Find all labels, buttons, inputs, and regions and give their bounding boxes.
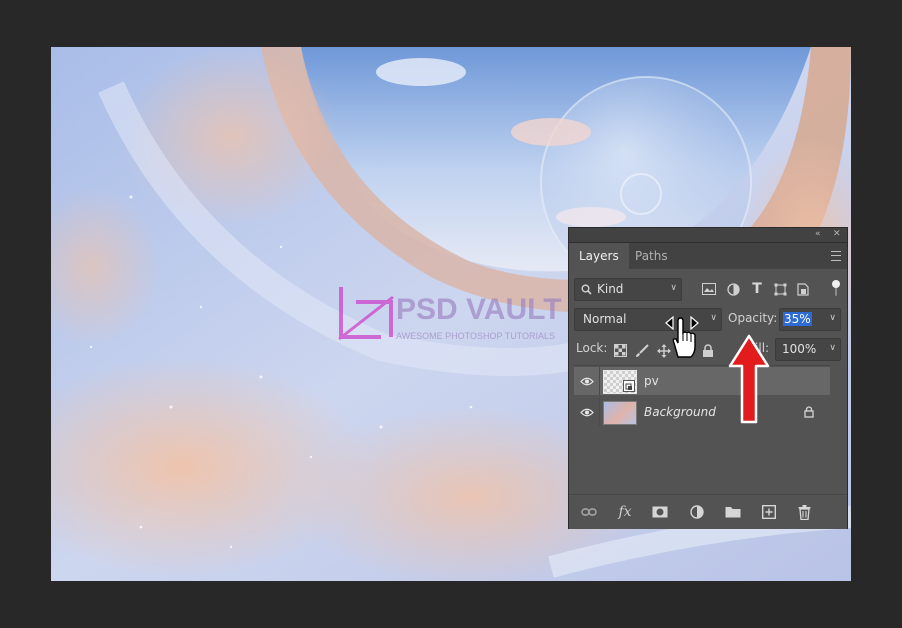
panel-menu-icon[interactable] [831,251,841,261]
scrubby-hand-cursor-icon [664,313,700,359]
lock-all-icon[interactable] [702,344,716,358]
layer-name[interactable]: Background [644,398,716,426]
filter-type-icon[interactable]: T [749,281,765,297]
filter-adjustment-icon[interactable] [725,281,741,297]
layer-lock-icon [804,406,814,421]
layer-row-background[interactable]: Background [574,398,830,426]
filter-kind-dropdown[interactable]: Kind ∨ [574,278,682,301]
filter-kind-label: Kind [597,282,624,296]
tab-layers[interactable]: Layers [569,243,629,269]
layer-thumbnail [603,370,637,394]
chevron-down-icon: ∨ [710,313,717,323]
opacity-field[interactable]: 35% ∨ [779,308,841,331]
new-layer-icon[interactable] [760,503,778,521]
fill-value[interactable]: 100% [782,342,816,356]
filter-pixel-icon[interactable] [701,281,717,297]
lock-image-pixels-icon[interactable] [635,344,649,358]
chevron-down-icon: ∨ [829,343,836,353]
chevron-down-icon: ∨ [829,313,836,323]
delete-layer-icon[interactable] [795,503,813,521]
visibility-eye-icon[interactable] [574,398,600,426]
filter-smart-object-icon[interactable] [795,281,811,297]
filter-toggle-switch[interactable] [832,278,840,298]
lock-transparent-pixels-icon[interactable] [614,344,628,358]
close-icon[interactable]: ✕ [833,229,841,239]
opacity-value[interactable]: 35% [783,312,812,326]
tab-paths[interactable]: Paths [625,243,678,269]
lock-label: Lock: [576,341,608,355]
annotation-arrow-up [728,334,770,424]
fill-field[interactable]: 100% ∨ [775,338,841,361]
collapse-icon[interactable]: « [815,229,821,239]
new-group-folder-icon[interactable] [724,503,742,521]
svg-text:PSD VAULT: PSD VAULT [396,293,562,326]
link-layers-icon[interactable] [580,503,598,521]
layer-thumbnail [603,401,637,425]
add-mask-icon[interactable] [651,503,669,521]
search-icon [581,284,592,295]
panel-tabs: Layers Paths [569,243,847,269]
layers-panel: « ✕ Layers Paths Kind ∨ T Normal ∨ Opaci… [569,228,847,529]
visibility-eye-icon[interactable] [574,367,600,395]
filter-shape-icon[interactable] [772,281,788,297]
opacity-label: Opacity: [728,311,778,325]
layer-name[interactable]: pv [644,367,659,395]
svg-text:AWESOME PHOTOSHOP TUTORIALS: AWESOME PHOTOSHOP TUTORIALS [396,331,555,341]
layer-row-pv[interactable]: pv [574,367,830,395]
smart-object-badge-icon [623,380,635,392]
adjustment-layer-icon[interactable] [688,503,706,521]
blend-mode-value: Normal [583,312,627,326]
fx-icon[interactable]: fx [616,503,634,521]
panel-footer: fx [569,494,847,529]
panel-title-bar[interactable]: « ✕ [569,228,847,243]
chevron-down-icon: ∨ [670,283,677,293]
